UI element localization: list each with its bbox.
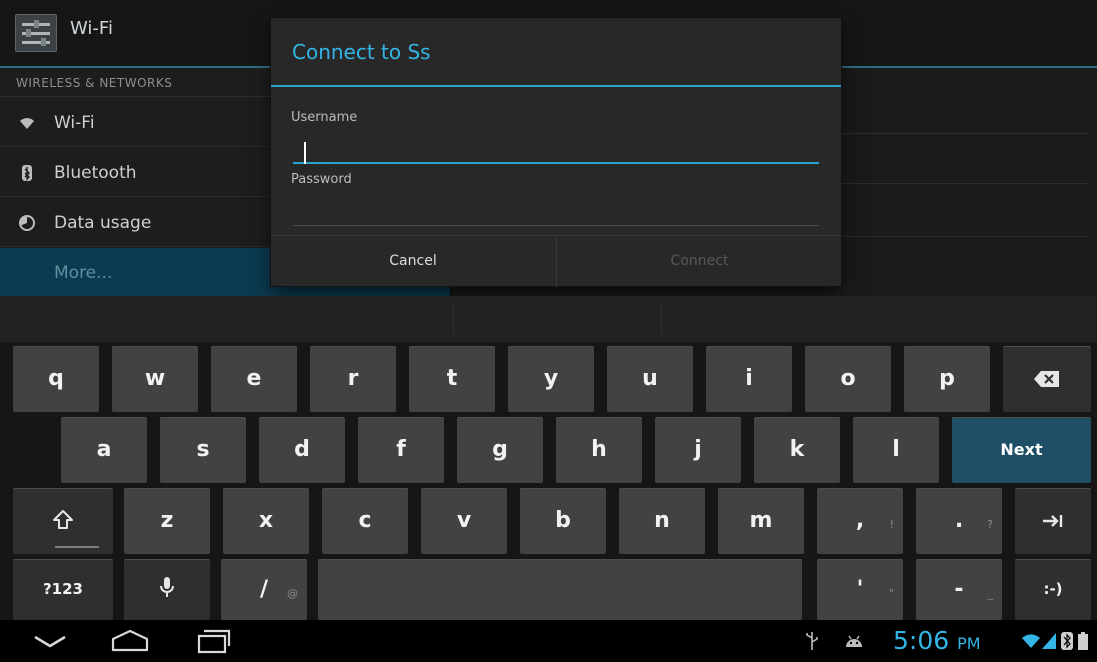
battery-icon [1078,632,1088,650]
connect-button[interactable]: Connect [556,236,842,287]
key-r[interactable]: r [310,346,396,412]
backspace-key[interactable] [1003,346,1091,412]
recent-apps-icon[interactable] [196,628,232,654]
status-clock[interactable]: 5:06 PM [893,626,981,655]
key-l[interactable]: l [853,417,939,483]
key-n[interactable]: n [619,488,705,554]
key-q[interactable]: q [13,346,99,412]
key-o[interactable]: o [805,346,891,412]
tab-icon [1043,515,1063,527]
key-f[interactable]: f [358,417,444,483]
key-j[interactable]: j [655,417,741,483]
suggestion-divider [453,304,454,334]
key-apostrophe-hint: " [888,587,894,600]
key-period-label: . [954,508,964,533]
voice-input-key[interactable] [124,559,210,620]
suggestion-strip [0,296,1097,343]
backspace-icon [1034,371,1059,387]
settings-item-label: Data usage [54,213,152,233]
key-t[interactable]: t [409,346,495,412]
usb-icon [806,632,818,650]
key-dash[interactable]: - _ [916,559,1002,620]
next-key[interactable]: Next [952,417,1091,483]
android-debug-icon [846,635,862,647]
key-slash[interactable]: / @ [221,559,307,620]
dialog-title-bar: Connect to Ss [271,18,841,87]
key-z[interactable]: z [124,488,210,554]
key-y[interactable]: y [508,346,594,412]
key-period[interactable]: . ? [916,488,1002,554]
shift-icon [53,510,73,529]
key-u[interactable]: u [607,346,693,412]
password-field[interactable] [293,203,819,226]
key-v[interactable]: v [421,488,507,554]
shift-key[interactable] [13,488,113,554]
key-dash-hint: _ [987,587,994,600]
key-comma-hint: ! [889,518,894,531]
action-bar-title: Wi-Fi [70,18,113,39]
tab-key[interactable] [1015,488,1091,554]
key-dash-label: - [954,577,964,602]
key-m[interactable]: m [718,488,804,554]
home-icon[interactable] [110,629,150,653]
symbols-key[interactable]: ?123 [13,559,113,620]
key-k[interactable]: k [754,417,840,483]
data-usage-icon [18,214,36,232]
key-b[interactable]: b [520,488,606,554]
dialog-button-bar: Cancel Connect [271,235,841,287]
cancel-button[interactable]: Cancel [271,236,555,287]
section-header-label: WIRELESS & NETWORKS [16,76,173,90]
key-h[interactable]: h [556,417,642,483]
key-c[interactable]: c [322,488,408,554]
key-a[interactable]: a [61,417,147,483]
key-apostrophe[interactable]: ' " [817,559,903,620]
key-p[interactable]: p [904,346,990,412]
key-w[interactable]: w [112,346,198,412]
space-key[interactable] [318,559,802,620]
settings-item-label: More... [54,263,113,283]
bluetooth-status-icon [1061,632,1073,650]
key-x[interactable]: x [223,488,309,554]
key-comma[interactable]: , ! [817,488,903,554]
password-label: Password [291,172,352,187]
cell-signal-icon [1042,633,1056,649]
clock-time: 5:06 [893,626,950,655]
wifi-icon [18,114,36,132]
key-comma-label: , [855,508,865,533]
hide-keyboard-icon[interactable] [32,634,68,650]
bluetooth-icon [18,164,36,182]
shift-indicator [55,546,99,548]
key-e[interactable]: e [211,346,297,412]
microphone-icon [160,577,174,597]
key-d[interactable]: d [259,417,345,483]
text-cursor [304,142,306,164]
dialog-title: Connect to Ss [292,40,431,64]
username-label: Username [291,110,358,125]
key-g[interactable]: g [457,417,543,483]
settings-item-label: Wi-Fi [54,113,95,133]
username-field[interactable] [293,140,819,164]
settings-app-icon[interactable] [15,14,57,52]
key-slash-label: / [259,577,269,602]
system-bar: 5:06 PM [0,620,1097,662]
key-s[interactable]: s [160,417,246,483]
wifi-signal-icon [1022,634,1040,648]
connect-dialog: Connect to Ss Username Password Cancel C… [271,18,841,287]
key-i[interactable]: i [706,346,792,412]
smiley-key[interactable]: :-) [1015,559,1091,620]
key-slash-hint: @ [287,587,298,600]
key-apostrophe-label: ' [856,577,864,602]
suggestion-divider [661,304,662,334]
clock-ampm: PM [957,634,981,653]
soft-keyboard: q w e r t y u i o p a s d f g h j k l Ne… [0,342,1097,620]
key-period-hint: ? [987,518,993,531]
settings-item-label: Bluetooth [54,163,137,183]
